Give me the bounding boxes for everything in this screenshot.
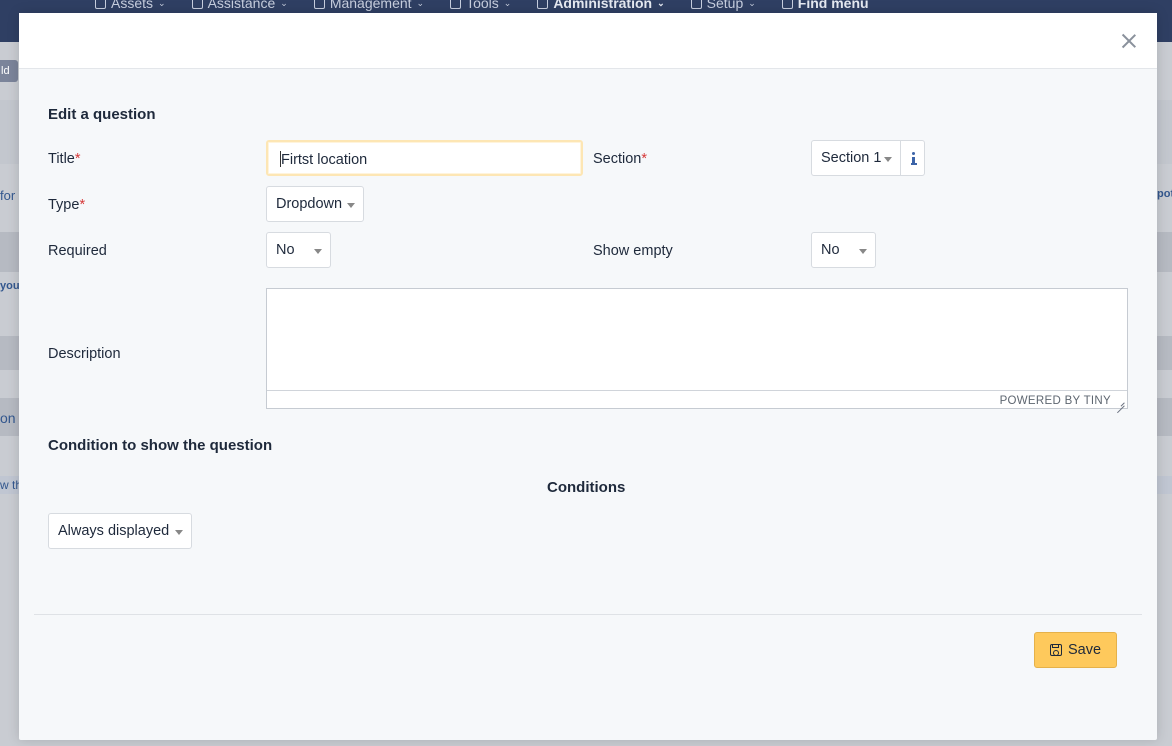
background-fragment: pot <box>1157 188 1172 200</box>
section-select[interactable]: Section 1 <box>811 140 901 176</box>
title-input[interactable]: Firtst location <box>266 140 583 176</box>
background-fragment: on <box>0 410 16 426</box>
conditions-label: Conditions <box>547 479 626 496</box>
section-label: Section* <box>593 151 648 167</box>
headset-icon <box>191 0 203 9</box>
background-menu: Assets ⌄ Assistance ⌄ Management ⌄ Tools ⌄ A… <box>95 0 869 11</box>
editor-branding[interactable]: POWERED BY TINY <box>1000 395 1111 407</box>
menu-tools: Tools ⌄ <box>450 0 511 11</box>
required-marker: * <box>74 151 81 167</box>
title-label: Title* <box>48 151 81 167</box>
section-info-button[interactable] <box>900 140 925 176</box>
menu-setup: Setup ⌄ <box>690 0 756 11</box>
modal-heading: Edit a question <box>48 106 156 123</box>
background-fragment: w th <box>0 478 20 492</box>
modal-header <box>19 13 1157 69</box>
show-empty-label: Show empty <box>593 243 673 259</box>
save-icon <box>1049 644 1062 656</box>
type-select[interactable]: Dropdown <box>266 186 364 222</box>
edit-question-modal: Edit a question Title* Firtst location S… <box>19 13 1157 740</box>
chevron-down-icon <box>175 530 183 535</box>
save-button[interactable]: Save <box>1034 632 1117 668</box>
required-select[interactable]: No <box>266 232 331 268</box>
background-fragment: for <box>0 188 16 203</box>
show-empty-select[interactable]: No <box>811 232 876 268</box>
arrow-right-icon <box>781 0 793 9</box>
description-label: Description <box>48 346 121 362</box>
menu-management: Management ⌄ <box>313 0 424 11</box>
chevron-down-icon <box>314 249 322 254</box>
chevron-down-icon <box>347 203 355 208</box>
description-textarea[interactable] <box>267 289 1127 391</box>
chevron-down-icon <box>859 249 867 254</box>
background-tag: ld <box>0 60 18 82</box>
required-marker: * <box>79 197 86 213</box>
wallet-icon <box>313 0 325 9</box>
resize-handle-icon[interactable] <box>1117 398 1125 406</box>
conditions-select[interactable]: Always displayed <box>48 513 192 549</box>
condition-heading: Condition to show the question <box>48 437 273 454</box>
required-marker: * <box>641 151 648 167</box>
shield-check-icon <box>537 0 549 9</box>
menu-assets: Assets ⌄ <box>95 0 166 11</box>
footer-divider <box>34 614 1142 615</box>
menu-assistance: Assistance ⌄ <box>191 0 288 11</box>
menu-administration: Administration ⌄ <box>537 0 665 11</box>
briefcase-icon <box>450 0 462 9</box>
background-fragment: you <box>0 280 20 292</box>
chevron-down-icon <box>884 157 892 162</box>
required-label: Required <box>48 243 107 259</box>
cube-icon <box>95 0 106 9</box>
close-button[interactable] <box>1118 30 1140 52</box>
menu-find: Find menu <box>781 0 869 11</box>
description-editor: POWERED BY TINY <box>266 288 1128 409</box>
gear-icon <box>690 0 702 9</box>
type-label: Type* <box>48 197 86 213</box>
